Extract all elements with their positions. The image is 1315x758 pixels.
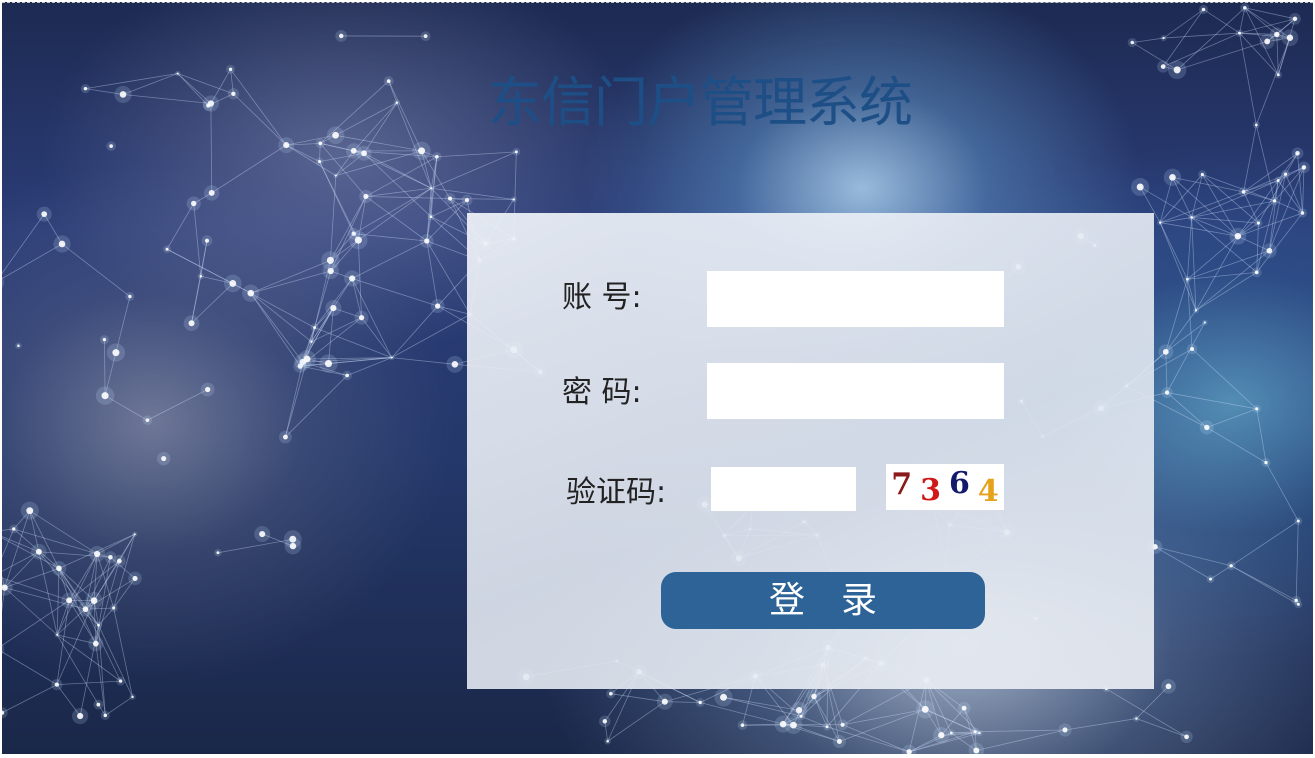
login-screen: 东信门户管理系统 账 号: 密 码: 验证码: 7 3 6 4 登录: [0, 0, 1315, 758]
captcha-image[interactable]: 7 3 6 4: [886, 464, 1004, 510]
password-input[interactable]: [707, 363, 1004, 419]
page-title: 东信门户管理系统: [488, 71, 913, 134]
bottom-border: [0, 754, 1315, 758]
captcha-digit: 3: [920, 472, 941, 508]
captcha-digit: 7: [891, 466, 913, 502]
password-label: 密 码:: [562, 375, 642, 410]
captcha-digit: 6: [949, 465, 970, 501]
captcha-label: 验证码:: [566, 475, 667, 510]
account-input[interactable]: [707, 271, 1004, 327]
captcha-input[interactable]: [711, 467, 856, 511]
login-button[interactable]: 登录: [661, 572, 985, 629]
account-label: 账 号:: [562, 280, 642, 315]
captcha-digit: 4: [977, 473, 999, 509]
